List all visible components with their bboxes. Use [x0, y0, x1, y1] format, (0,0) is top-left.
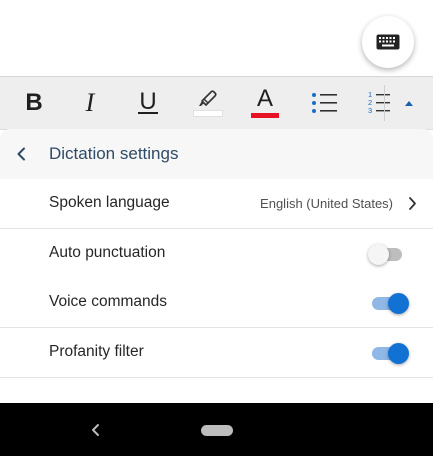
font-color-swatch [251, 113, 279, 118]
voice-commands-toggle[interactable] [368, 292, 410, 314]
caret-up-icon [405, 101, 413, 106]
chevron-left-icon [17, 147, 25, 161]
keyboard-icon [376, 34, 400, 50]
highlighter-icon [199, 90, 217, 106]
toggle-knob [388, 293, 409, 314]
profanity-filter-row: Profanity filter [0, 328, 433, 378]
underline-button[interactable]: U [128, 77, 168, 129]
bullets-button[interactable] [306, 77, 342, 129]
italic-button[interactable]: I [70, 77, 110, 129]
font-color-button[interactable]: A [245, 77, 285, 129]
keyboard-button[interactable] [362, 16, 414, 68]
panel-title: Dictation settings [49, 144, 179, 163]
nav-back-icon[interactable] [88, 421, 104, 439]
chevron-right-icon [409, 197, 416, 210]
profanity-filter-toggle[interactable] [368, 342, 410, 364]
auto-punctuation-label: Auto punctuation [49, 244, 166, 261]
underline-icon: U [138, 88, 158, 115]
numbering-button[interactable]: 1 2 3 [362, 77, 396, 129]
font-color-icon: A [256, 85, 273, 112]
numbered-list-icon: 1 2 3 [368, 90, 390, 115]
italic-icon: I [85, 88, 95, 117]
highlight-button[interactable] [186, 77, 230, 129]
formatting-toolbar: B I U A 1 2 3 [0, 76, 433, 130]
auto-punctuation-toggle[interactable] [368, 243, 410, 265]
auto-punctuation-row: Auto punctuation [0, 229, 433, 279]
toggle-knob [368, 244, 389, 265]
toggle-knob [388, 343, 409, 364]
voice-commands-label: Voice commands [49, 293, 168, 310]
highlight-color-swatch [193, 110, 223, 117]
spoken-language-value: English (United States) [260, 196, 393, 211]
back-button[interactable] [10, 142, 32, 166]
bold-icon: B [25, 89, 43, 116]
profanity-filter-label: Profanity filter [49, 343, 144, 360]
expand-toolbar-button[interactable] [396, 77, 422, 129]
bulleted-list-icon [312, 93, 337, 113]
spoken-language-row[interactable]: Spoken language English (United States) [0, 179, 433, 229]
nav-home-pill[interactable] [201, 425, 233, 436]
numbering-digit-3: 3 [368, 106, 372, 115]
panel-bottom-space [0, 377, 433, 404]
dictation-settings-header: Dictation settings [0, 129, 433, 180]
voice-commands-row: Voice commands [0, 278, 433, 328]
bold-button[interactable]: B [14, 77, 54, 129]
toolbar-divider [384, 85, 385, 121]
spoken-language-label: Spoken language [49, 194, 170, 211]
document-area [0, 0, 433, 76]
system-navigation-bar [0, 403, 433, 456]
